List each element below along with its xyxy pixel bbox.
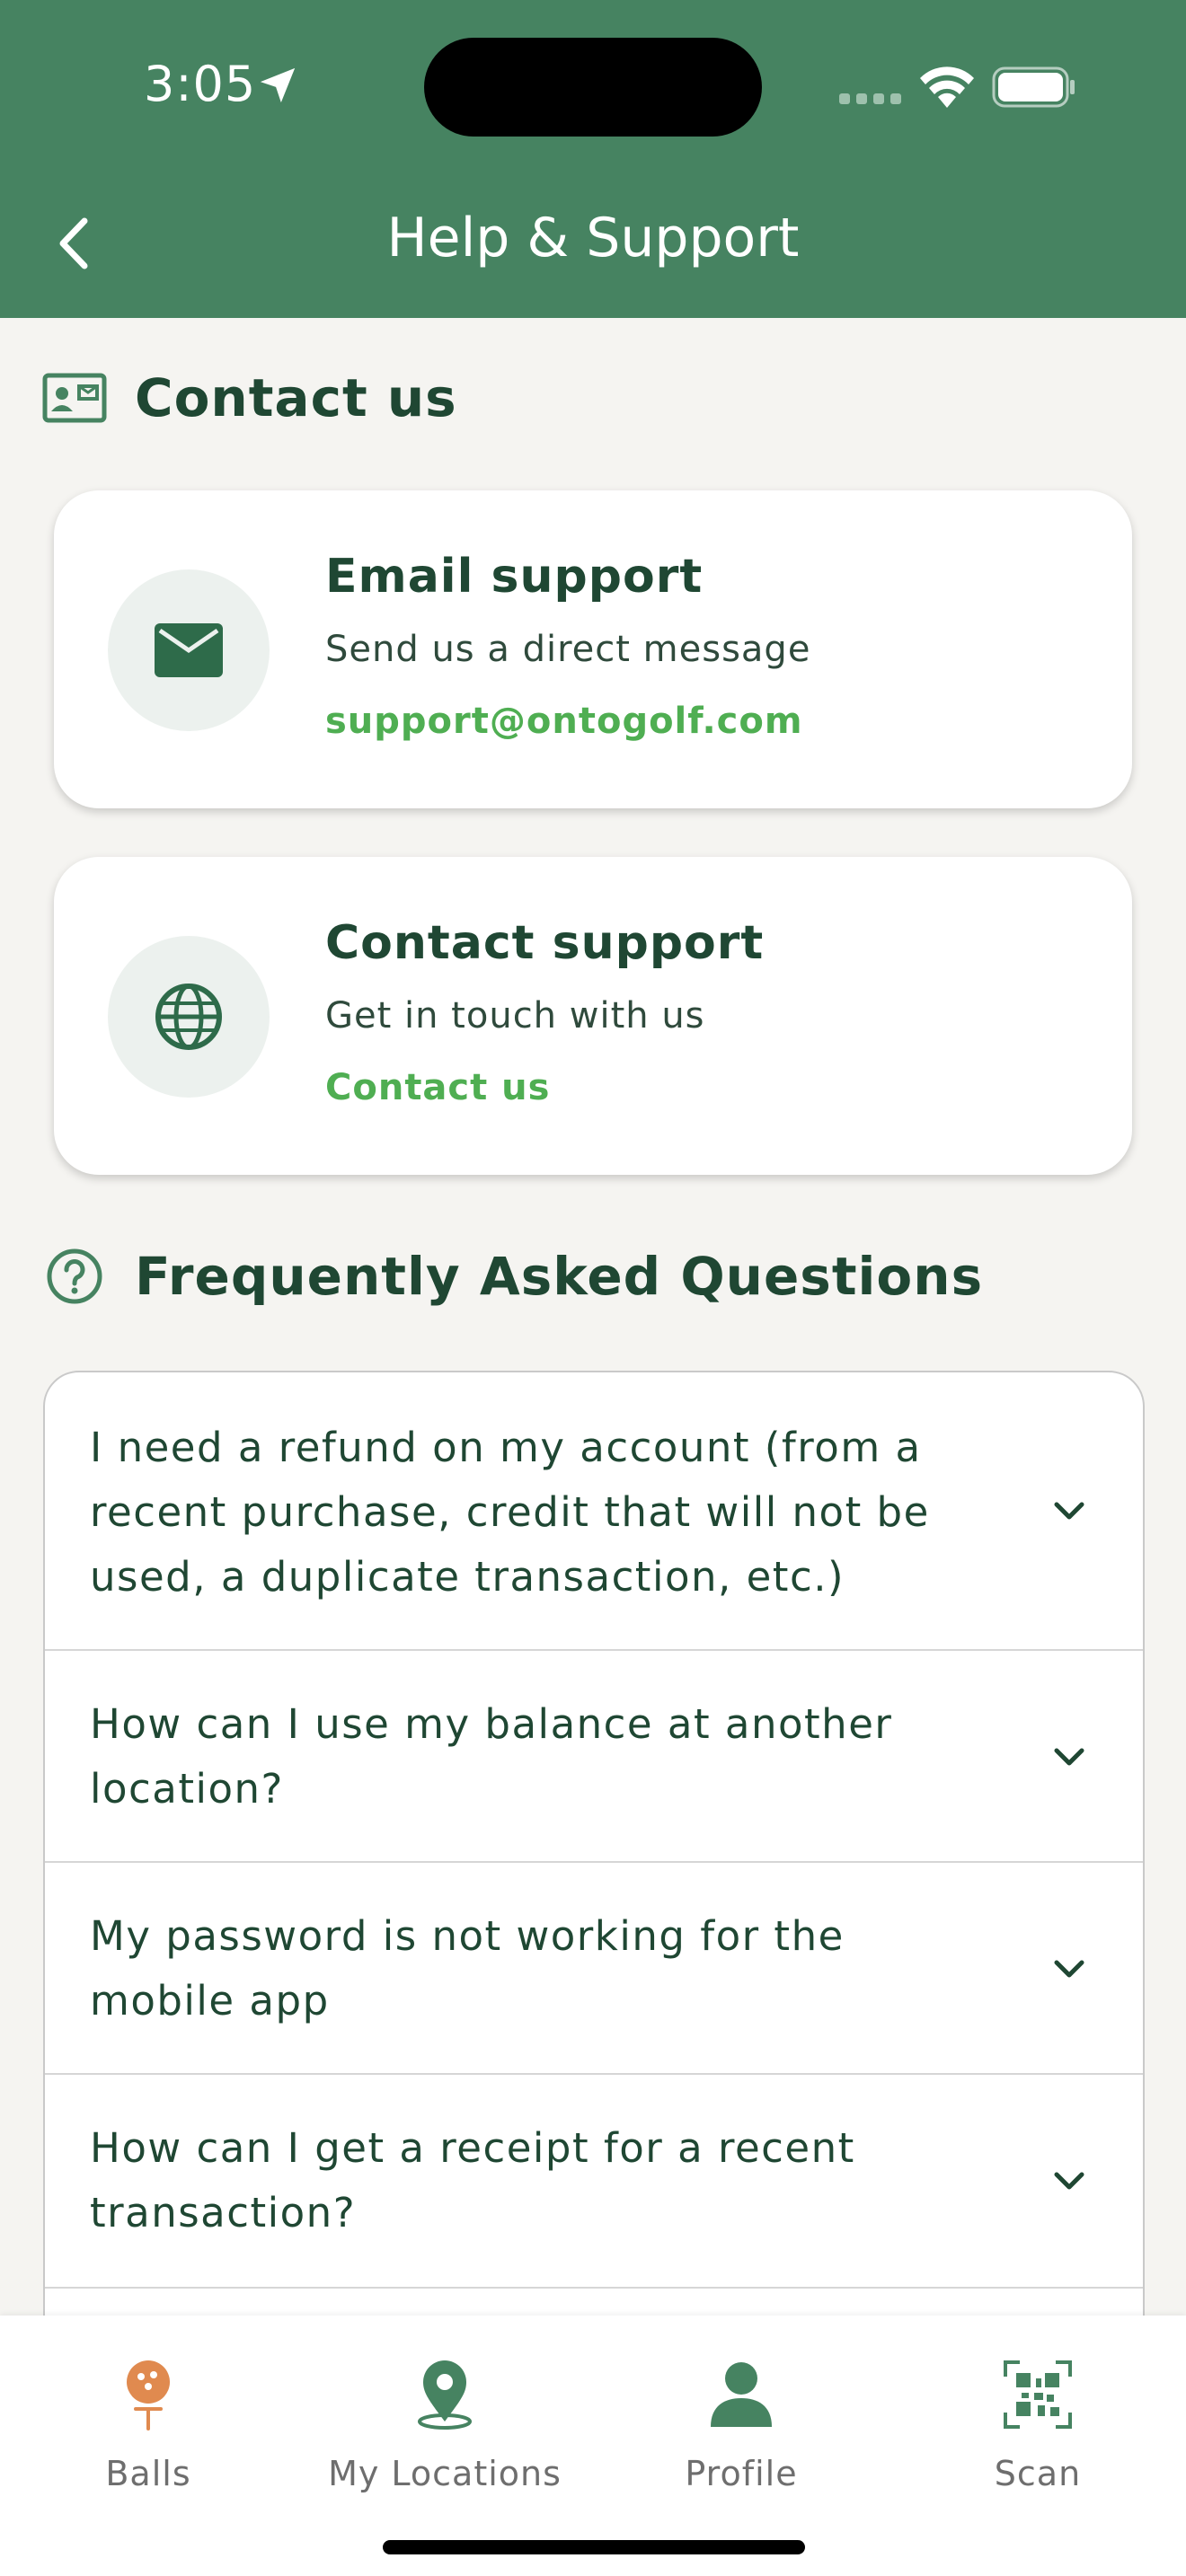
- envelope-icon: [155, 623, 223, 677]
- status-time: 3:05: [144, 56, 257, 112]
- faq-item[interactable]: How can I get a receipt for a recent tra…: [45, 2075, 1143, 2289]
- tab-profile[interactable]: Profile: [593, 2335, 890, 2515]
- chevron-down-icon: [1054, 1748, 1084, 1766]
- qr-scan-icon: [1004, 2360, 1072, 2429]
- contact-support-card[interactable]: Contact support Get in touch with us Con…: [54, 857, 1132, 1175]
- tab-balls[interactable]: Balls: [0, 2335, 296, 2515]
- cellular-signal-icon: [839, 93, 901, 104]
- tab-my-locations-label: My Locations: [328, 2454, 562, 2493]
- wifi-icon: [920, 66, 974, 108]
- header-bar: 3:05 Help & Support: [0, 0, 1186, 318]
- golf-ball-tee-icon: [127, 2360, 170, 2430]
- email-support-card[interactable]: Email support Send us a direct message s…: [54, 490, 1132, 808]
- page-title: Help & Support: [386, 207, 800, 269]
- chevron-down-icon: [1054, 1960, 1084, 1978]
- chevron-down-icon: [1054, 2172, 1084, 2190]
- faq-item[interactable]: How can I use my balance at another loca…: [45, 1651, 1143, 1863]
- location-arrow-icon: [260, 67, 296, 103]
- tab-profile-label: Profile: [685, 2454, 798, 2493]
- home-indicator: [383, 2540, 805, 2554]
- chevron-down-icon: [1054, 1502, 1084, 1520]
- email-icon-circle: [108, 569, 270, 731]
- contact-card-icon: [42, 373, 107, 423]
- person-icon: [711, 2362, 772, 2427]
- support-email-link[interactable]: support@ontogolf.com: [325, 701, 803, 742]
- globe-icon-circle: [108, 936, 270, 1098]
- tab-balls-label: Balls: [105, 2454, 191, 2493]
- faq-question: How can I use my balance at another loca…: [90, 1700, 893, 1813]
- faq-question: How can I get a receipt for a recent tra…: [90, 2124, 855, 2236]
- faq-item[interactable]: My password is not working for the mobil…: [45, 1863, 1143, 2075]
- tab-bar: Balls My Locations Profile Scan: [0, 2316, 1186, 2576]
- battery-icon: [992, 66, 1075, 108]
- faq-list: I need a refund on my account (from a re…: [43, 1371, 1145, 2326]
- contact-section-title: Contact us: [135, 367, 457, 428]
- contact-support-subtitle: Get in touch with us: [325, 995, 705, 1037]
- contact-support-title: Contact support: [325, 916, 765, 970]
- faq-question: My password is not working for the mobil…: [90, 1912, 845, 2025]
- contact-us-link[interactable]: Contact us: [325, 1067, 550, 1108]
- tab-scan-label: Scan: [994, 2454, 1082, 2493]
- tab-scan[interactable]: Scan: [890, 2335, 1186, 2515]
- question-circle-icon: [47, 1248, 102, 1304]
- faq-item[interactable]: I need a refund on my account (from a re…: [45, 1372, 1143, 1651]
- globe-icon: [155, 984, 222, 1050]
- email-support-title: Email support: [325, 550, 704, 604]
- faq-question: I need a refund on my account (from a re…: [90, 1424, 930, 1601]
- faq-section-header: Frequently Asked Questions: [41, 1243, 983, 1310]
- map-pin-icon: [418, 2360, 472, 2430]
- faq-section-title: Frequently Asked Questions: [135, 1246, 984, 1307]
- tab-my-locations[interactable]: My Locations: [296, 2335, 593, 2515]
- dynamic-island: [424, 38, 762, 137]
- email-support-subtitle: Send us a direct message: [325, 629, 811, 670]
- contact-section-header: Contact us: [41, 365, 457, 431]
